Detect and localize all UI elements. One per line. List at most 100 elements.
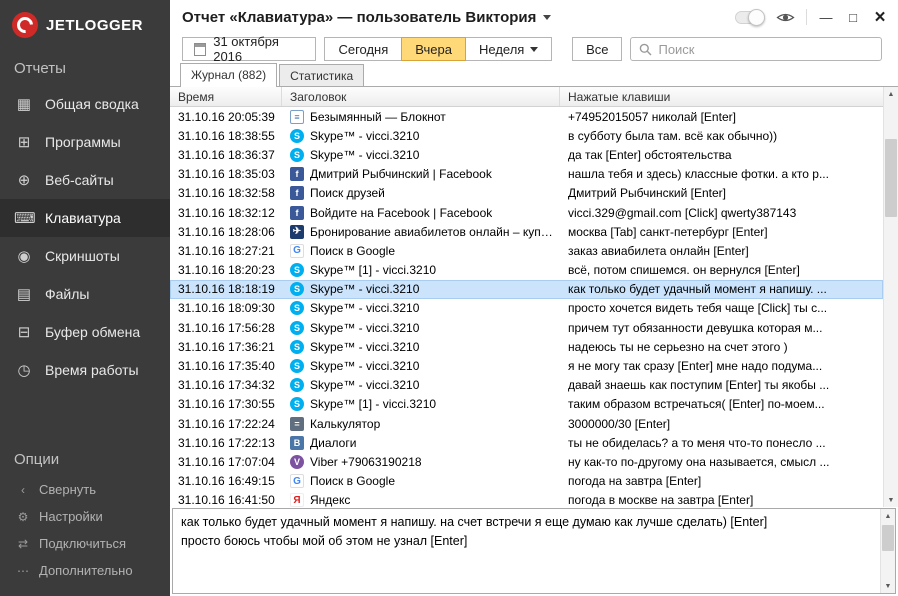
- table-header: Время Заголовок Нажатые клавиши: [170, 87, 883, 107]
- sidebar-item-clipboard[interactable]: ⊟ Буфер обмена: [0, 313, 170, 351]
- row-title: Skype™ - vicci.3210: [310, 339, 420, 354]
- table-row[interactable]: 31.10.16 17:35:40 S Skype™ - vicci.3210 …: [170, 356, 883, 375]
- jetlogger-logo-icon: [12, 12, 38, 38]
- detail-scroll-down-icon[interactable]: ▼: [881, 579, 895, 593]
- column-header-keys[interactable]: Нажатые клавиши: [560, 87, 883, 106]
- user-dropdown-caret-icon[interactable]: [543, 14, 552, 20]
- row-time: 31.10.16 18:36:37: [178, 147, 275, 162]
- table-row[interactable]: 31.10.16 18:38:55 S Skype™ - vicci.3210 …: [170, 126, 883, 145]
- row-title: Skype™ - vicci.3210: [310, 128, 420, 143]
- row-keys: я не могу так сразу [Enter] мне надо под…: [568, 359, 823, 374]
- option-item-label: Дополнительно: [39, 563, 133, 578]
- all-button[interactable]: Все: [572, 37, 623, 61]
- row-title: Поиск в Google: [310, 243, 395, 258]
- sidebar-item-label: Время работы: [45, 362, 139, 378]
- table-row[interactable]: 31.10.16 16:41:50 Я Яндекс погода в моск…: [170, 491, 883, 507]
- sidebar-item-programs[interactable]: ⊞ Программы: [0, 123, 170, 161]
- row-title-cell: f Поиск друзей: [282, 186, 560, 201]
- table-row[interactable]: 31.10.16 17:30:55 S Skype™ [1] - vicci.3…: [170, 395, 883, 414]
- table-row[interactable]: 31.10.16 17:36:21 S Skype™ - vicci.3210 …: [170, 337, 883, 356]
- close-button[interactable]: ×: [872, 8, 888, 27]
- table-row[interactable]: 31.10.16 17:07:04 V Viber +79063190218 н…: [170, 452, 883, 471]
- row-title-cell: f Дмитрий Рыбчинский | Facebook: [282, 167, 560, 182]
- skype-icon: S: [290, 282, 304, 297]
- week-button[interactable]: Неделя: [464, 37, 553, 61]
- sidebar-item-files[interactable]: ▤ Файлы: [0, 275, 170, 313]
- scroll-up-icon[interactable]: ▲: [884, 87, 898, 101]
- row-title: Дмитрий Рыбчинский | Facebook: [310, 167, 492, 182]
- maximize-button[interactable]: □: [845, 11, 861, 24]
- minimize-button[interactable]: —: [818, 11, 834, 24]
- sidebar: JETLOGGER Отчеты ▦ Общая сводка ⊞ Програ…: [0, 0, 170, 596]
- row-title-cell: S Skype™ - vicci.3210: [282, 378, 560, 393]
- app-window: JETLOGGER Отчеты ▦ Общая сводка ⊞ Програ…: [0, 0, 898, 596]
- sidebar-reports-list: ▦ Общая сводка ⊞ Программы ⊕ Веб-сайты ⌨…: [0, 85, 170, 389]
- table-row[interactable]: 31.10.16 17:22:13 В Диалоги ты не обидел…: [170, 433, 883, 452]
- table-row[interactable]: 31.10.16 18:28:06 ✈ Бронирование авиабил…: [170, 222, 883, 241]
- yesterday-button[interactable]: Вчера: [401, 37, 466, 61]
- table-row[interactable]: 31.10.16 18:35:03 f Дмитрий Рыбчинский |…: [170, 165, 883, 184]
- option-item-collapse[interactable]: ‹ Свернуть: [0, 476, 170, 503]
- reports-section-header: Отчеты: [14, 60, 66, 77]
- table-row[interactable]: 31.10.16 17:34:32 S Skype™ - vicci.3210 …: [170, 376, 883, 395]
- table-row[interactable]: 31.10.16 18:09:30 S Skype™ - vicci.3210 …: [170, 299, 883, 318]
- detail-scrollbar[interactable]: ▲ ▼: [880, 509, 895, 593]
- table-row[interactable]: 31.10.16 18:36:37 S Skype™ - vicci.3210 …: [170, 145, 883, 164]
- detail-panel: как только будет удачный момент я напишу…: [172, 508, 896, 594]
- date-value: 31 октября 2016: [213, 34, 279, 64]
- table-scrollbar[interactable]: ▲ ▼: [883, 87, 898, 507]
- row-title-cell: = Калькулятор: [282, 416, 560, 431]
- detail-scroll-up-icon[interactable]: ▲: [881, 509, 895, 523]
- skype-icon: S: [290, 147, 304, 162]
- option-item-settings[interactable]: ⚙ Настройки: [0, 503, 170, 530]
- sidebar-item-label: Программы: [45, 134, 121, 150]
- row-time: 31.10.16 18:32:12: [178, 205, 275, 220]
- table-row[interactable]: 31.10.16 18:20:23 S Skype™ [1] - vicci.3…: [170, 261, 883, 280]
- row-title-cell: Я Яндекс: [282, 493, 560, 507]
- column-header-time[interactable]: Время: [170, 87, 282, 106]
- table-row[interactable]: 31.10.16 18:27:21 G Поиск в Google заказ…: [170, 241, 883, 260]
- option-item-label: Подключиться: [39, 536, 127, 551]
- row-title: Поиск друзей: [310, 186, 385, 201]
- column-header-title[interactable]: Заголовок: [282, 87, 560, 106]
- detail-scrollbar-thumb[interactable]: [882, 525, 894, 551]
- table-row[interactable]: 31.10.16 20:05:39 ≡ Безымянный — Блокнот…: [170, 107, 883, 126]
- table-row[interactable]: 31.10.16 18:32:12 f Войдите на Facebook …: [170, 203, 883, 222]
- sidebar-item-summary[interactable]: ▦ Общая сводка: [0, 85, 170, 123]
- table-row[interactable]: 31.10.16 17:22:24 = Калькулятор 3000000/…: [170, 414, 883, 433]
- table-row[interactable]: 31.10.16 18:32:58 f Поиск друзей Дмитрий…: [170, 184, 883, 203]
- date-picker-button[interactable]: 31 октября 2016: [182, 34, 317, 64]
- detail-scrollbar-track[interactable]: [881, 523, 895, 579]
- row-keys: ну как-то по-другому она называется, смы…: [568, 454, 830, 469]
- table-row[interactable]: 31.10.16 18:18:19 S Skype™ - vicci.3210 …: [170, 279, 883, 299]
- table-row[interactable]: 31.10.16 17:56:28 S Skype™ - vicci.3210 …: [170, 318, 883, 337]
- row-time: 31.10.16 18:18:19: [178, 282, 275, 297]
- table-scrollbar-track[interactable]: [884, 101, 898, 493]
- monitoring-toggle[interactable]: [735, 8, 765, 26]
- tab-statistics[interactable]: Статистика: [279, 64, 365, 86]
- dialogs-icon: В: [290, 435, 304, 450]
- row-keys: заказ авиабилета онлайн [Enter]: [568, 243, 749, 258]
- scroll-down-icon[interactable]: ▼: [884, 493, 898, 507]
- table-scrollbar-thumb[interactable]: [885, 139, 897, 217]
- table-row[interactable]: 31.10.16 16:49:15 G Поиск в Google погод…: [170, 472, 883, 491]
- today-button[interactable]: Сегодня: [324, 37, 403, 61]
- sidebar-item-screenshots[interactable]: ◉ Скриншоты: [0, 237, 170, 275]
- row-time: 31.10.16 16:41:50: [178, 493, 275, 507]
- sidebar-item-keyboard[interactable]: ⌨ Клавиатура: [0, 199, 170, 237]
- search-input[interactable]: [658, 41, 873, 57]
- brand: JETLOGGER: [0, 0, 170, 46]
- sidebar-item-websites[interactable]: ⊕ Веб-сайты: [0, 161, 170, 199]
- detail-text: как только будет удачный момент я напишу…: [181, 515, 768, 548]
- sidebar-item-worktime[interactable]: ◷ Время работы: [0, 351, 170, 389]
- row-keys: нашла тебя и здесь) классные фотки. а кт…: [568, 167, 829, 182]
- row-time: 31.10.16 18:38:55: [178, 128, 275, 143]
- tab-bar: Журнал (882) Статистика: [170, 63, 898, 87]
- option-item-connect[interactable]: ⇄ Подключиться: [0, 530, 170, 557]
- tab-journal[interactable]: Журнал (882): [180, 63, 278, 87]
- stealth-eye-button[interactable]: [776, 11, 795, 24]
- option-item-more[interactable]: ⋯ Дополнительно: [0, 557, 170, 584]
- row-title: Skype™ [1] - vicci.3210: [310, 263, 437, 278]
- programs-icon: ⊞: [17, 134, 31, 151]
- row-title: Яндекс: [310, 493, 351, 507]
